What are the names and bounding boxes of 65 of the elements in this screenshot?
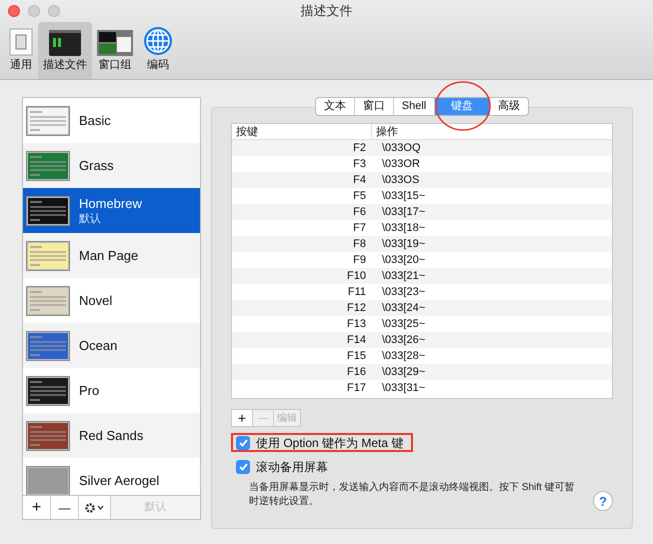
table-cell-text: \033[28~ [381, 349, 426, 364]
option-description: 当备用屏幕显示时，发送输入内容而不是滚动终端视图。按下 Shift 键可暂时逆转此设置。 [249, 481, 576, 509]
table-cell-text: F2 [352, 141, 367, 156]
column-header[interactable]: 按键 [232, 124, 372, 139]
profile-item[interactable]: Grass [23, 143, 200, 188]
profile-name: Pro [79, 382, 100, 398]
table-cell-text: \033[24~ [381, 301, 426, 316]
profile-item[interactable]: Man Page [23, 233, 200, 278]
table-cell-text: F5 [352, 189, 367, 204]
profile-name: Ocean [79, 338, 118, 354]
profile-name: Grass [79, 158, 114, 174]
table-cell-text: \033[23~ [381, 285, 426, 300]
table-cell-text: \033[25~ [381, 317, 426, 332]
option-row[interactable]: 使用 Option 键作为 Meta 键 [231, 433, 414, 452]
table-cell-text: F6 [352, 205, 367, 220]
table-cell-text: \033[21~ [381, 269, 426, 284]
table-cell-text: F7 [352, 221, 367, 236]
table-cell-text: F14 [346, 333, 367, 348]
table-cell-text: \033[19~ [381, 237, 426, 252]
toolbar-tab[interactable]: 描述文件 [38, 22, 92, 79]
profile-name: Red Sands [79, 428, 144, 444]
remove-button[interactable]: — [51, 496, 79, 519]
profile-name: Silver Aerogel [79, 472, 160, 488]
toolbar-tab[interactable]: 窗口组 [92, 22, 138, 79]
table-cell-text: \033OR [381, 157, 420, 172]
add-button[interactable]: + [23, 496, 51, 519]
table-cell-text: F3 [352, 157, 367, 172]
table-cell-text: F11 [346, 285, 367, 300]
tab[interactable]: 窗口 [354, 98, 394, 115]
table-cell-text: F16 [346, 365, 367, 380]
profile-name: Man Page [79, 248, 138, 264]
profile-item[interactable]: Ocean [23, 323, 200, 368]
column-header[interactable]: 操作 [372, 124, 398, 139]
profile-name: Homebrew [79, 196, 142, 212]
table-cell-text: \033[29~ [381, 365, 426, 380]
table-cell-text: \033[17~ [381, 205, 426, 220]
profile-name: Basic [79, 112, 111, 128]
table-cell-text: F8 [352, 237, 367, 252]
profile-item[interactable]: Homebrew 默认 [23, 188, 200, 233]
add-button[interactable]: + [232, 410, 253, 426]
table-cell-text: F9 [352, 253, 367, 268]
table-cell-text: \033[26~ [381, 333, 426, 348]
table-cell-text: \033[20~ [381, 253, 426, 268]
default-label: 默认 [79, 212, 102, 226]
table-cell-text: F13 [346, 317, 367, 332]
table-cell-text: \033[18~ [381, 221, 426, 236]
table-cell-text: \033[31~ [381, 381, 426, 396]
table-cell-text: F12 [346, 301, 367, 316]
table-cell-text: \033[15~ [381, 189, 426, 204]
option-row[interactable]: 滚动备用屏幕 [231, 457, 338, 476]
tab[interactable]: 高级 [490, 98, 528, 115]
option-label: 滚动备用屏幕 [256, 458, 328, 476]
table-cell-text: F17 [346, 381, 367, 396]
tab[interactable]: 文本 [316, 98, 355, 115]
window-title: 描述文件 [300, 2, 352, 20]
table-cell-text: \033OS [381, 173, 420, 188]
table-cell-text: F4 [352, 173, 367, 188]
table-cell-text: \033OQ [381, 141, 421, 156]
toolbar-tab[interactable]: 通用 [4, 22, 38, 79]
profile-name: Novel [79, 292, 112, 308]
option-label: 使用 Option 键作为 Meta 键 [256, 434, 404, 452]
toolbar-tab[interactable]: 编码 [138, 22, 178, 79]
table-cell-text: F15 [346, 349, 367, 364]
table-cell-text: F10 [346, 269, 367, 284]
profile-item[interactable]: Red Sands [23, 413, 200, 458]
